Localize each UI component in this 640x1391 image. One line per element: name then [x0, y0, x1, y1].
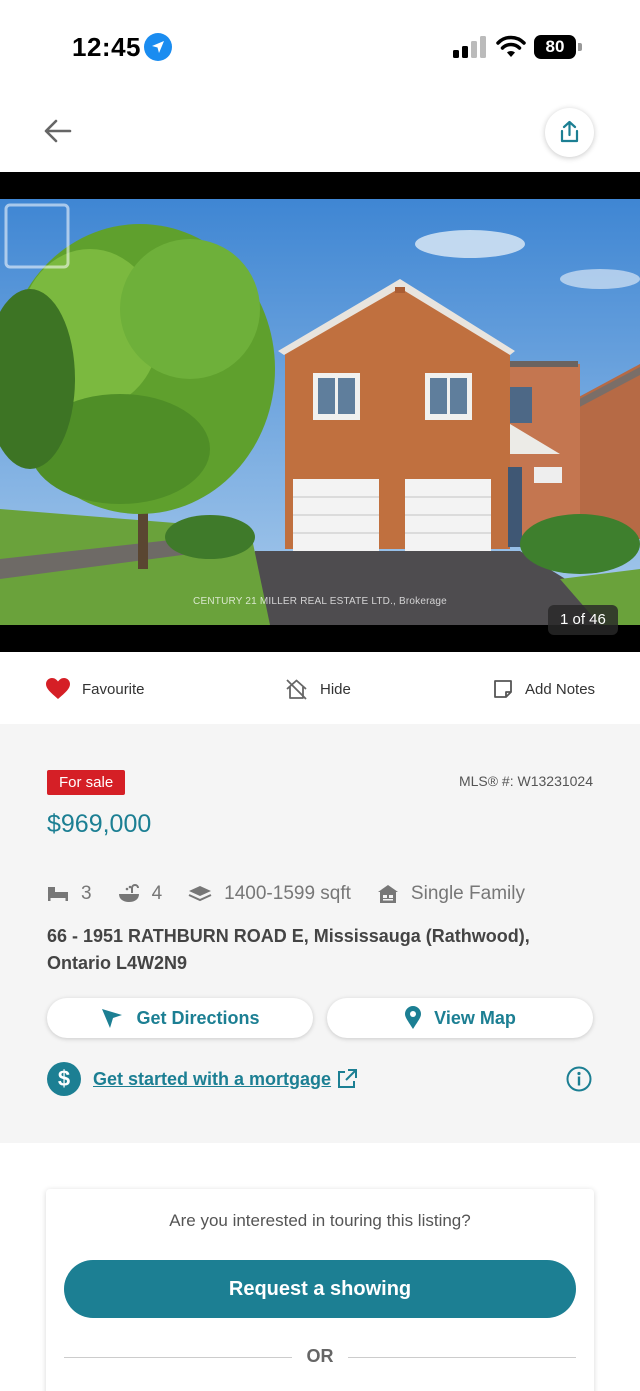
tour-question: Are you interested in touring this listi…: [169, 1211, 471, 1230]
property-type: Single Family: [377, 883, 525, 905]
or-label: OR: [306, 1346, 334, 1366]
mls-number: MLS® #: W13231024: [458, 773, 593, 789]
get-directions-button[interactable]: Get Directions: [47, 998, 313, 1038]
hide-house-icon: [285, 678, 308, 700]
status-bar: 12:45 80: [0, 0, 640, 95]
share-icon: [560, 120, 579, 143]
listing-info: For sale MLS® #: W13231024 $969,000 3 4 …: [0, 724, 640, 1143]
square-footage: 1400-1599 sqft: [188, 883, 351, 905]
share-button[interactable]: [545, 108, 594, 157]
layers-icon: [188, 885, 212, 903]
navigation-arrow-icon: [100, 1006, 124, 1030]
photo-counter: 1 of 46: [548, 605, 618, 635]
battery-icon: 80: [534, 35, 582, 59]
add-notes-label: Add Notes: [525, 680, 596, 698]
photo-credit: CENTURY 21 MILLER REAL ESTATE LTD., Brok…: [193, 596, 447, 607]
wifi-icon: [496, 35, 526, 57]
property-type-value: Single Family: [410, 883, 525, 904]
mortgage-link[interactable]: $ Get started with a mortgage: [47, 1062, 358, 1096]
hide-button[interactable]: Hide: [285, 676, 351, 702]
favourite-button[interactable]: Favourite: [46, 676, 145, 702]
view-map-label: View Map: [434, 1007, 516, 1028]
hide-label: Hide: [320, 680, 351, 698]
photo-gallery[interactable]: CENTURY 21 MILLER REAL ESTATE LTD., Brok…: [0, 172, 640, 652]
listing-specs: 3 4 1400-1599 sqft Single Family: [47, 881, 551, 907]
battery-level: 80: [534, 35, 576, 59]
map-pin-icon: [404, 1006, 422, 1030]
bath-icon: [118, 884, 140, 904]
listing-photo[interactable]: [0, 199, 640, 625]
back-button[interactable]: [40, 114, 76, 148]
location-arrow-icon: [144, 33, 172, 61]
listing-address: 66 - 1951 RATHBURN ROAD E, Mississauga (…: [47, 926, 530, 973]
dollar-icon: $: [47, 1062, 81, 1096]
square-footage-value: 1400-1599 sqft: [224, 883, 351, 904]
request-showing-button[interactable]: Request a showing: [64, 1260, 576, 1318]
or-divider: OR: [64, 1346, 576, 1368]
external-link-icon: [336, 1068, 358, 1090]
info-icon[interactable]: [566, 1066, 592, 1092]
favourite-label: Favourite: [82, 680, 145, 698]
listing-price: $969,000: [47, 810, 152, 838]
listing-actions: Favourite Hide Add Notes: [0, 652, 640, 724]
bedrooms-count: 3: [81, 883, 92, 904]
get-directions-label: Get Directions: [136, 1007, 260, 1028]
view-map-button[interactable]: View Map: [327, 998, 593, 1038]
mortgage-link-label: Get started with a mortgage: [93, 1068, 332, 1089]
heart-icon: [46, 678, 70, 700]
add-notes-button[interactable]: Add Notes: [493, 676, 595, 702]
status-badge: For sale: [47, 770, 126, 795]
house-icon: [377, 884, 399, 904]
bathrooms: 4: [118, 883, 163, 905]
bathrooms-count: 4: [151, 883, 163, 904]
note-icon: [493, 679, 513, 699]
tour-card: Are you interested in touring this listi…: [46, 1189, 594, 1391]
arrow-left-icon: [44, 119, 72, 143]
bed-icon: [47, 886, 69, 902]
bedrooms: 3: [47, 883, 92, 905]
status-time: 12:45: [72, 32, 141, 62]
cellular-signal-icon: [453, 36, 486, 58]
